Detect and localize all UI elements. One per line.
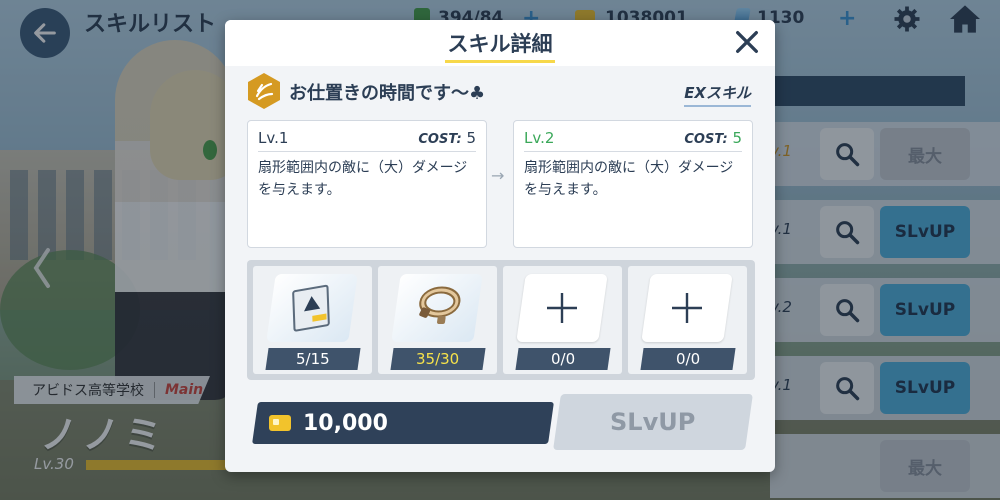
empty-slot-frame xyxy=(516,274,608,342)
cost-label: COST: xyxy=(684,132,728,147)
plus-icon xyxy=(672,293,702,323)
next-cost: COST: 5 xyxy=(684,129,742,147)
skill-type-label: EXスキル xyxy=(684,82,751,107)
card-divider xyxy=(524,151,742,152)
artifact-icon xyxy=(419,286,461,324)
material-slot[interactable]: 5/15 xyxy=(253,266,372,374)
credit-cost: 10,000 xyxy=(303,410,388,436)
current-level: Lv.1 xyxy=(258,129,289,147)
material-slot[interactable]: 35/30 xyxy=(378,266,497,374)
skill-heading: お仕置きの時間です～♣ EXスキル xyxy=(247,70,755,116)
item-frame xyxy=(391,274,483,342)
credit-icon xyxy=(269,415,291,431)
dialog-header: スキル詳細 xyxy=(225,20,775,66)
material-count: 35/30 xyxy=(390,348,486,370)
material-count: 0/0 xyxy=(640,348,736,370)
cost-value: 5 xyxy=(466,129,476,147)
slvup-button[interactable]: SLvUP xyxy=(553,394,753,450)
arrow-right-icon: → xyxy=(491,166,505,185)
title-underline xyxy=(445,60,555,63)
dialog-title: スキル詳細 xyxy=(447,32,553,56)
current-level-card: Lv.1 COST: 5 扇形範囲内の敵に（大）ダメージを与えます。 xyxy=(247,120,487,248)
skill-detail-dialog: スキル詳細 お仕置きの時間です～♣ EXスキル Lv.1 COST: 5 扇形範… xyxy=(225,20,775,472)
skill-name: お仕置きの時間です～♣ xyxy=(289,83,486,104)
materials-panel: 5/15 35/30 0/0 0/0 xyxy=(247,260,755,380)
material-slot-empty[interactable]: 0/0 xyxy=(503,266,622,374)
card-divider xyxy=(258,151,476,152)
blueray-icon xyxy=(292,284,330,332)
next-level: Lv.2 xyxy=(524,129,555,147)
item-frame xyxy=(266,274,358,342)
current-description: 扇形範囲内の敵に（大）ダメージを与えます。 xyxy=(258,160,468,198)
current-cost: COST: 5 xyxy=(418,129,476,147)
next-level-card: Lv.2 COST: 5 扇形範囲内の敵に（大）ダメージを与えます。 xyxy=(513,120,753,248)
plus-icon xyxy=(547,293,577,323)
cost-label: COST: xyxy=(418,132,462,147)
slvup-button-label: SLvUP xyxy=(610,408,696,436)
material-count: 0/0 xyxy=(515,348,611,370)
credit-cost-bar: 10,000 xyxy=(252,402,554,444)
cost-value: 5 xyxy=(732,129,742,147)
skill-hexagon-icon xyxy=(248,73,280,109)
next-description: 扇形範囲内の敵に（大）ダメージを与えます。 xyxy=(524,160,734,198)
empty-slot-frame xyxy=(641,274,733,342)
material-slot-empty[interactable]: 0/0 xyxy=(628,266,747,374)
close-icon[interactable] xyxy=(733,28,761,56)
material-count: 5/15 xyxy=(265,348,361,370)
